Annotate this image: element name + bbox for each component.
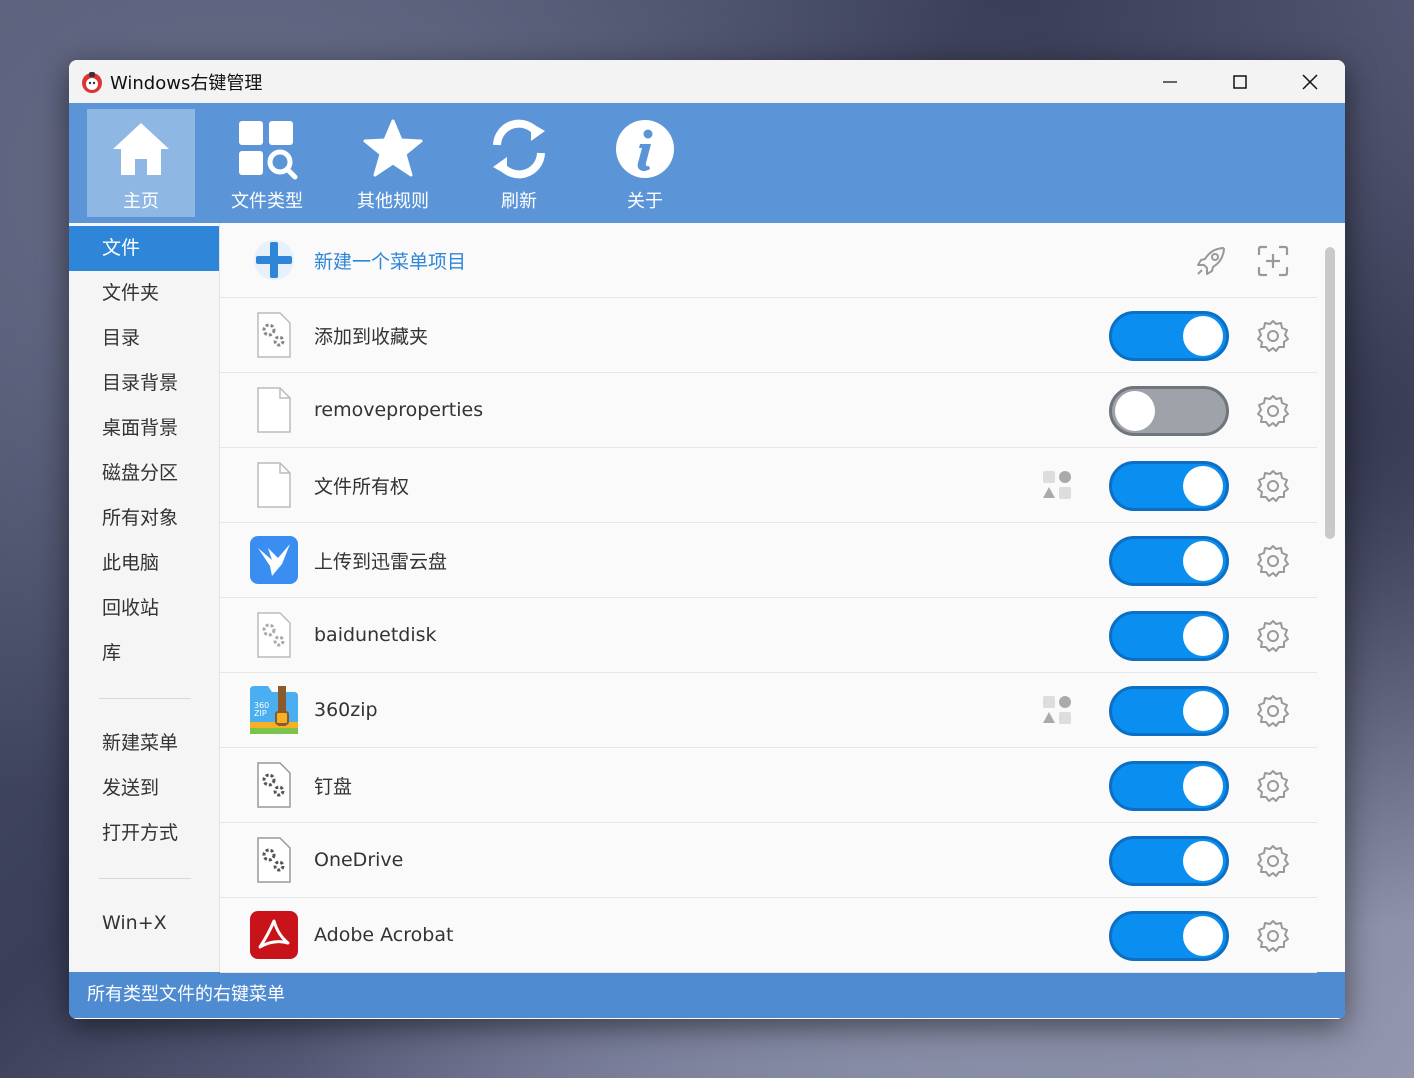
window-title: Windows右键管理 bbox=[110, 72, 263, 94]
home-icon bbox=[113, 123, 169, 175]
tool-home-label: 主页 bbox=[123, 191, 159, 212]
list-item[interactable]: 文件所有权 bbox=[220, 448, 1317, 523]
info-icon bbox=[616, 120, 674, 178]
tool-home[interactable]: 主页 bbox=[87, 109, 195, 217]
tool-refresh[interactable]: 刷新 bbox=[465, 109, 573, 217]
file-types-icon bbox=[239, 121, 298, 180]
sidebar-item-folder[interactable]: 文件夹 bbox=[69, 271, 219, 316]
minimize-button[interactable] bbox=[1135, 60, 1205, 103]
enable-toggle[interactable] bbox=[1109, 610, 1229, 661]
menu-item-label: OneDrive bbox=[314, 849, 404, 871]
tool-other-rules-label: 其他规则 bbox=[357, 191, 429, 212]
tool-about[interactable]: 关于 bbox=[591, 109, 699, 217]
maximize-icon bbox=[1233, 74, 1247, 89]
minimize-icon bbox=[1163, 80, 1177, 83]
gear-icon[interactable] bbox=[1255, 618, 1291, 654]
star-icon bbox=[363, 119, 423, 177]
gear-icon[interactable] bbox=[1255, 318, 1291, 354]
enable-toggle[interactable] bbox=[1109, 685, 1229, 736]
sidebar-item-library[interactable]: 库 bbox=[69, 631, 219, 676]
tool-refresh-label: 刷新 bbox=[501, 191, 537, 212]
menu-item-label: baidunetdisk bbox=[314, 624, 437, 646]
title-bar: Windows右键管理 bbox=[69, 60, 1345, 103]
acrobat-icon bbox=[250, 911, 298, 959]
add-plus-icon bbox=[254, 240, 294, 280]
gear-icon[interactable] bbox=[1255, 918, 1291, 954]
tool-file-types[interactable]: 文件类型 bbox=[213, 109, 321, 217]
menu-item-label: Adobe Acrobat bbox=[314, 924, 454, 946]
close-icon bbox=[1302, 73, 1318, 90]
list-item[interactable]: Adobe Acrobat bbox=[220, 898, 1317, 973]
list-item[interactable]: 钉盘 bbox=[220, 748, 1317, 823]
gear-icon[interactable] bbox=[1255, 393, 1291, 429]
menu-item-list: 新建一个菜单项目 添加到收藏夹 removeproperties 文件所有权 上… bbox=[220, 223, 1345, 973]
gear-file-icon bbox=[257, 762, 291, 808]
sidebar-divider bbox=[99, 878, 191, 879]
app-logo-icon bbox=[82, 71, 102, 93]
gear-file-icon bbox=[257, 837, 291, 883]
new-menu-item-row[interactable]: 新建一个菜单项目 bbox=[220, 223, 1317, 298]
sidebar-item-recycle-bin[interactable]: 回收站 bbox=[69, 586, 219, 631]
enable-toggle[interactable] bbox=[1109, 760, 1229, 811]
sidebar-divider bbox=[99, 698, 191, 699]
gear-icon[interactable] bbox=[1255, 693, 1291, 729]
list-item[interactable]: removeproperties bbox=[220, 373, 1317, 448]
enable-toggle[interactable] bbox=[1109, 310, 1229, 361]
sidebar-item-send-to[interactable]: 发送到 bbox=[69, 766, 219, 811]
blank-file-icon bbox=[257, 387, 291, 433]
sidebar: 文件 文件夹 目录 目录背景 桌面背景 磁盘分区 所有对象 此电脑 回收站 库 … bbox=[69, 223, 220, 972]
menu-item-label: removeproperties bbox=[314, 399, 484, 421]
enable-toggle[interactable] bbox=[1109, 385, 1229, 436]
new-menu-item-label[interactable]: 新建一个菜单项目 bbox=[314, 247, 466, 274]
menu-item-label: 钉盘 bbox=[314, 775, 353, 798]
sidebar-item-new-menu[interactable]: 新建菜单 bbox=[69, 721, 219, 766]
list-item[interactable]: 上传到迅雷云盘 bbox=[220, 523, 1317, 598]
blank-file-icon bbox=[257, 462, 291, 508]
sidebar-item-this-pc[interactable]: 此电脑 bbox=[69, 541, 219, 586]
list-item[interactable]: OneDrive bbox=[220, 823, 1317, 898]
zip-icon: 360 ZIP bbox=[250, 686, 298, 734]
svg-text:ZIP: ZIP bbox=[254, 709, 267, 718]
sidebar-item-all-objects[interactable]: 所有对象 bbox=[69, 496, 219, 541]
thunder-bird-icon bbox=[250, 536, 298, 584]
status-bar: 所有类型文件的右键菜单 bbox=[69, 972, 1345, 1018]
app-window: Windows右键管理 主页 文件类型 其他规则 刷新 关于 文件 文件夹 目录… bbox=[69, 60, 1345, 1019]
maximize-button[interactable] bbox=[1205, 60, 1275, 103]
close-button[interactable] bbox=[1275, 60, 1345, 103]
add-item-icon[interactable] bbox=[1255, 243, 1291, 279]
sidebar-item-desktop-bg[interactable]: 桌面背景 bbox=[69, 406, 219, 451]
sidebar-item-winx[interactable]: Win+X bbox=[69, 901, 219, 946]
sidebar-item-open-with[interactable]: 打开方式 bbox=[69, 811, 219, 856]
enable-toggle[interactable] bbox=[1109, 460, 1229, 511]
enable-toggle[interactable] bbox=[1109, 535, 1229, 586]
menu-item-label: 添加到收藏夹 bbox=[314, 325, 429, 348]
sidebar-item-directory-bg[interactable]: 目录背景 bbox=[69, 361, 219, 406]
gear-file-icon bbox=[257, 312, 291, 358]
list-item[interactable]: baidunetdisk bbox=[220, 598, 1317, 673]
list-item[interactable]: 360 ZIP 360zip bbox=[220, 673, 1317, 748]
menu-item-label: 文件所有权 bbox=[314, 475, 410, 498]
sidebar-item-directory[interactable]: 目录 bbox=[69, 316, 219, 361]
list-item[interactable]: 添加到收藏夹 bbox=[220, 298, 1317, 373]
shapes-icon bbox=[1043, 471, 1071, 499]
tool-file-types-label: 文件类型 bbox=[231, 191, 303, 212]
gear-icon[interactable] bbox=[1255, 468, 1291, 504]
refresh-icon bbox=[493, 119, 545, 179]
menu-item-label: 360zip bbox=[314, 699, 378, 721]
rocket-icon[interactable] bbox=[1193, 243, 1229, 279]
tool-about-label: 关于 bbox=[627, 191, 663, 212]
sidebar-item-drive[interactable]: 磁盘分区 bbox=[69, 451, 219, 496]
menu-item-label: 上传到迅雷云盘 bbox=[314, 550, 448, 573]
vertical-scrollbar[interactable] bbox=[1325, 247, 1335, 539]
enable-toggle[interactable] bbox=[1109, 910, 1229, 961]
shapes-icon bbox=[1043, 696, 1071, 724]
tool-other-rules[interactable]: 其他规则 bbox=[339, 109, 447, 217]
gear-file-icon bbox=[257, 612, 291, 658]
enable-toggle[interactable] bbox=[1109, 835, 1229, 886]
gear-icon[interactable] bbox=[1255, 543, 1291, 579]
main-toolbar: 主页 文件类型 其他规则 刷新 关于 bbox=[69, 103, 1345, 223]
sidebar-item-file[interactable]: 文件 bbox=[69, 226, 219, 271]
gear-icon[interactable] bbox=[1255, 843, 1291, 879]
gear-icon[interactable] bbox=[1255, 768, 1291, 804]
